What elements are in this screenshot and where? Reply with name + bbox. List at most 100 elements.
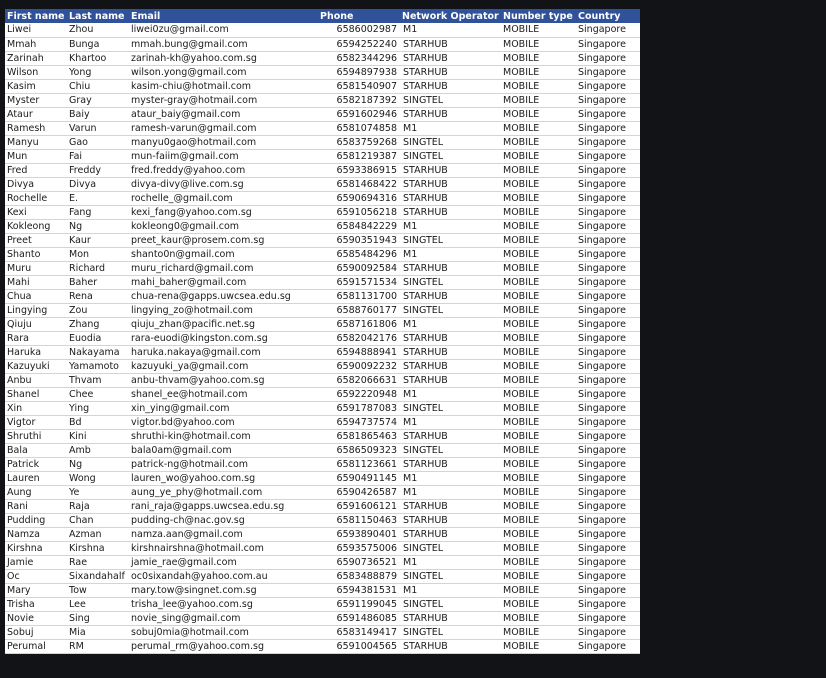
cell-first-name[interactable]: Kazuyuki <box>5 359 67 374</box>
cell-number-type[interactable]: MOBILE <box>501 247 576 262</box>
cell-first-name[interactable]: Namza <box>5 527 67 542</box>
cell-phone[interactable]: 6587161806 <box>318 317 400 332</box>
cell-first-name[interactable]: Qiuju <box>5 317 67 332</box>
cell-country[interactable]: Singapore <box>576 373 640 388</box>
cell-email[interactable]: qiuju_zhan@pacific.net.sg <box>129 317 318 332</box>
cell-network-operator[interactable]: STARHUB <box>400 205 501 220</box>
cell-first-name[interactable]: Oc <box>5 569 67 584</box>
cell-network-operator[interactable]: STARHUB <box>400 345 501 360</box>
cell-last-name[interactable]: Yamamoto <box>67 359 129 374</box>
cell-country[interactable]: Singapore <box>576 163 640 178</box>
cell-number-type[interactable]: MOBILE <box>501 149 576 164</box>
cell-phone[interactable]: 6588760177 <box>318 303 400 318</box>
cell-last-name[interactable]: Raja <box>67 499 129 514</box>
cell-network-operator[interactable]: M1 <box>400 471 501 486</box>
column-header-last-name[interactable]: Last name <box>67 9 129 23</box>
cell-country[interactable]: Singapore <box>576 513 640 528</box>
cell-country[interactable]: Singapore <box>576 415 640 430</box>
cell-number-type[interactable]: MOBILE <box>501 93 576 108</box>
cell-network-operator[interactable]: M1 <box>400 555 501 570</box>
column-header-email[interactable]: Email <box>129 9 318 23</box>
cell-network-operator[interactable]: STARHUB <box>400 261 501 276</box>
cell-number-type[interactable]: MOBILE <box>501 401 576 416</box>
cell-country[interactable]: Singapore <box>576 65 640 80</box>
cell-email[interactable]: kasim-chiu@hotmail.com <box>129 79 318 94</box>
cell-first-name[interactable]: Xin <box>5 401 67 416</box>
cell-country[interactable]: Singapore <box>576 331 640 346</box>
cell-number-type[interactable]: MOBILE <box>501 583 576 598</box>
cell-country[interactable]: Singapore <box>576 289 640 304</box>
cell-email[interactable]: manyu0gao@hotmail.com <box>129 135 318 150</box>
cell-first-name[interactable]: Pudding <box>5 513 67 528</box>
cell-number-type[interactable]: MOBILE <box>501 639 576 654</box>
cell-last-name[interactable]: Yong <box>67 65 129 80</box>
cell-email[interactable]: novie_sing@gmail.com <box>129 611 318 626</box>
cell-last-name[interactable]: Varun <box>67 121 129 136</box>
cell-number-type[interactable]: MOBILE <box>501 219 576 234</box>
column-header-number-type[interactable]: Number type <box>501 9 576 23</box>
cell-network-operator[interactable]: STARHUB <box>400 373 501 388</box>
cell-country[interactable]: Singapore <box>576 569 640 584</box>
cell-number-type[interactable]: MOBILE <box>501 37 576 52</box>
cell-phone[interactable]: 6594897938 <box>318 65 400 80</box>
cell-number-type[interactable]: MOBILE <box>501 541 576 556</box>
cell-last-name[interactable]: Chan <box>67 513 129 528</box>
cell-last-name[interactable]: Chiu <box>67 79 129 94</box>
cell-phone[interactable]: 6581865463 <box>318 429 400 444</box>
cell-email[interactable]: aung_ye_phy@hotmail.com <box>129 485 318 500</box>
cell-number-type[interactable]: MOBILE <box>501 513 576 528</box>
cell-email[interactable]: oc0sixandah@yahoo.com.au <box>129 569 318 584</box>
cell-email[interactable]: divya-divy@live.com.sg <box>129 177 318 192</box>
cell-first-name[interactable]: Ramesh <box>5 121 67 136</box>
cell-phone[interactable]: 6592220948 <box>318 387 400 402</box>
cell-phone[interactable]: 6582066631 <box>318 373 400 388</box>
cell-country[interactable]: Singapore <box>576 457 640 472</box>
cell-email[interactable]: perumal_rm@yahoo.com.sg <box>129 639 318 654</box>
cell-email[interactable]: xin_ying@gmail.com <box>129 401 318 416</box>
cell-first-name[interactable]: Preet <box>5 233 67 248</box>
cell-number-type[interactable]: MOBILE <box>501 527 576 542</box>
cell-network-operator[interactable]: STARHUB <box>400 639 501 654</box>
cell-phone[interactable]: 6582187392 <box>318 93 400 108</box>
cell-country[interactable]: Singapore <box>576 317 640 332</box>
cell-phone[interactable]: 6582344296 <box>318 51 400 66</box>
cell-email[interactable]: shanto0n@gmail.com <box>129 247 318 262</box>
cell-network-operator[interactable]: STARHUB <box>400 107 501 122</box>
cell-phone[interactable]: 6581150463 <box>318 513 400 528</box>
cell-country[interactable]: Singapore <box>576 345 640 360</box>
cell-network-operator[interactable]: STARHUB <box>400 65 501 80</box>
cell-network-operator[interactable]: M1 <box>400 23 501 38</box>
cell-network-operator[interactable]: STARHUB <box>400 527 501 542</box>
cell-first-name[interactable]: Vigtor <box>5 415 67 430</box>
cell-last-name[interactable]: Ying <box>67 401 129 416</box>
cell-first-name[interactable]: Rara <box>5 331 67 346</box>
cell-last-name[interactable]: Bunga <box>67 37 129 52</box>
cell-first-name[interactable]: Mary <box>5 583 67 598</box>
cell-first-name[interactable]: Kexi <box>5 205 67 220</box>
cell-last-name[interactable]: Zhang <box>67 317 129 332</box>
cell-network-operator[interactable]: SINGTEL <box>400 443 501 458</box>
cell-first-name[interactable]: Lauren <box>5 471 67 486</box>
cell-first-name[interactable]: Bala <box>5 443 67 458</box>
cell-network-operator[interactable]: M1 <box>400 415 501 430</box>
cell-email[interactable]: lauren_wo@yahoo.com.sg <box>129 471 318 486</box>
cell-phone[interactable]: 6593890401 <box>318 527 400 542</box>
cell-number-type[interactable]: MOBILE <box>501 51 576 66</box>
cell-first-name[interactable]: Anbu <box>5 373 67 388</box>
cell-phone[interactable]: 6581074858 <box>318 121 400 136</box>
cell-phone[interactable]: 6591056218 <box>318 205 400 220</box>
cell-network-operator[interactable]: STARHUB <box>400 359 501 374</box>
cell-country[interactable]: Singapore <box>576 541 640 556</box>
cell-last-name[interactable]: Richard <box>67 261 129 276</box>
cell-first-name[interactable]: Mahi <box>5 275 67 290</box>
cell-country[interactable]: Singapore <box>576 51 640 66</box>
cell-phone[interactable]: 6590351943 <box>318 233 400 248</box>
cell-email[interactable]: jamie_rae@gmail.com <box>129 555 318 570</box>
cell-first-name[interactable]: Rochelle <box>5 191 67 206</box>
cell-email[interactable]: kazuyuki_ya@gmail.com <box>129 359 318 374</box>
cell-first-name[interactable]: Trisha <box>5 597 67 612</box>
cell-first-name[interactable]: Ataur <box>5 107 67 122</box>
column-header-phone[interactable]: Phone <box>318 9 400 23</box>
cell-network-operator[interactable]: SINGTEL <box>400 275 501 290</box>
cell-phone[interactable]: 6582042176 <box>318 331 400 346</box>
